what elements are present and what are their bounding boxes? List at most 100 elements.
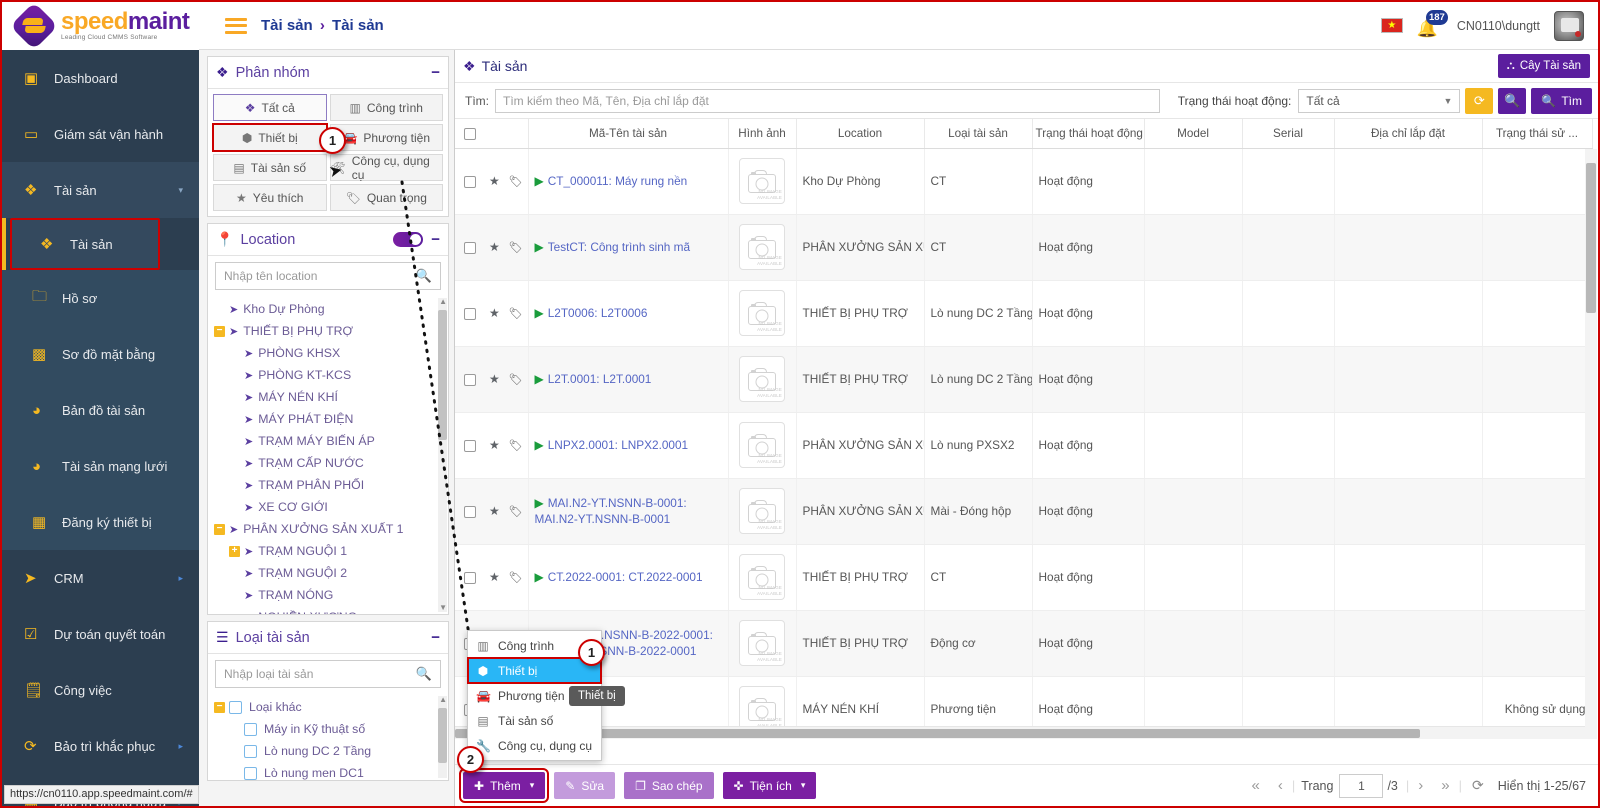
row-checkbox[interactable]: [464, 307, 476, 320]
breadcrumb-root[interactable]: Tài sản: [261, 17, 313, 34]
asset-name-link[interactable]: LNPX2.0001: LNPX2.0001: [548, 438, 688, 452]
column-header-9[interactable]: Trạng thái sử ...: [1482, 119, 1593, 149]
pagination-refresh-icon[interactable]: ⟳: [1462, 777, 1494, 794]
column-header-7[interactable]: Serial: [1242, 119, 1335, 149]
group-button-4[interactable]: ▤ Tài sản số: [213, 154, 327, 181]
language-flag-icon[interactable]: [1380, 18, 1403, 33]
sidebar-item-1[interactable]: ▭ Giám sát vận hành: [2, 106, 199, 162]
menu-toggle-icon[interactable]: [225, 17, 247, 34]
row-checkbox[interactable]: [464, 571, 476, 584]
table-horizontal-scrollbar[interactable]: [455, 726, 1585, 739]
favorite-star-icon[interactable]: ★: [489, 438, 500, 452]
column-header-3[interactable]: Location: [796, 119, 925, 149]
table-row[interactable]: ★ 🏷 ▶ CT_000011: Máy rung nền NO IMAGE AVAIL…: [455, 148, 1593, 215]
play-icon[interactable]: ▶: [535, 570, 544, 584]
context-menu-item-3[interactable]: ▤ Tài sản số: [468, 708, 601, 733]
tree-node-checkbox[interactable]: [244, 722, 257, 736]
tree-node[interactable]: − ➤ PHÂN XƯỞNG SẢN XUẤT 1: [214, 518, 448, 540]
tag-icon[interactable]: 🏷: [509, 506, 523, 518]
collapse-asset-type-panel-icon[interactable]: −: [431, 629, 440, 646]
asset-name-link[interactable]: CT.2022-0001: CT.2022-0001: [548, 570, 703, 584]
column-header-4[interactable]: Loại tài sản: [924, 119, 1033, 149]
expand-node-icon[interactable]: +: [229, 545, 240, 557]
row-checkbox[interactable]: [464, 373, 476, 386]
column-header-5[interactable]: Trạng thái hoạt động: [1032, 119, 1145, 149]
sidebar-item-5[interactable]: ▩ Sơ đồ mặt bằng: [2, 326, 199, 382]
page-number-input[interactable]: [1339, 773, 1384, 798]
tree-node[interactable]: ➤ XE CƠ GIỚI: [214, 496, 448, 518]
sidebar-item-10[interactable]: ☑ Dự toán quyết toán: [2, 606, 199, 662]
sidebar-item-8[interactable]: ▦ Đăng ký thiết bị: [2, 494, 199, 550]
row-checkbox[interactable]: [464, 505, 476, 518]
next-page-icon[interactable]: ›: [1409, 777, 1432, 794]
table-row[interactable]: ★ 🏷 ▶ LNPX2.0001: LNPX2.0001 NO IMAGE AVAILA…: [455, 412, 1593, 479]
favorite-star-icon[interactable]: ★: [489, 306, 500, 320]
table-row[interactable]: ★ 🏷 ▶ CT.2022-0001: CT.2022-0001 NO IMAGE AV…: [455, 544, 1593, 611]
tree-node[interactable]: ➤ TRẠM MÁY BIẾN ÁP: [214, 430, 448, 452]
tree-node-checkbox[interactable]: [244, 744, 257, 758]
asset-name-link[interactable]: CT_000011: Máy rung nền: [548, 174, 687, 188]
sidebar-item-4[interactable]: 🗀 Hồ sơ: [2, 270, 199, 326]
favorite-star-icon[interactable]: ★: [489, 504, 500, 518]
sidebar-item-12[interactable]: ⟳ Bảo trì khắc phục ▸: [2, 718, 199, 774]
sidebar-item-6[interactable]: ◕ Bản đồ tài sản: [2, 382, 199, 438]
collapse-node-icon[interactable]: −: [214, 701, 225, 713]
group-button-0[interactable]: ❖ Tất cả: [213, 94, 327, 121]
bottom-button-2[interactable]: ❐ Sao chép: [624, 772, 714, 799]
tree-node[interactable]: ➤ PHÒNG KT-KCS: [214, 364, 448, 386]
scroll-up-icon[interactable]: ▲: [439, 298, 447, 306]
group-button-7[interactable]: 🏷 Quan trọng: [329, 184, 443, 211]
context-menu-item-4[interactable]: 🔧 Công cụ, dụng cụ: [468, 733, 601, 758]
asset-name-link[interactable]: TestCT: Công trình sinh mã: [548, 240, 690, 254]
tree-node[interactable]: Lò nung men DC1: [214, 762, 448, 780]
play-icon[interactable]: ▶: [535, 372, 544, 386]
play-icon[interactable]: ▶: [535, 240, 544, 254]
search-input[interactable]: [495, 88, 1160, 113]
tag-icon[interactable]: 🏷: [509, 572, 523, 584]
search-icon[interactable]: 🔍: [416, 268, 432, 284]
status-filter-select[interactable]: Tất cả ▼: [1298, 88, 1461, 113]
play-icon[interactable]: ▶: [535, 438, 544, 452]
select-all-checkbox[interactable]: [464, 127, 476, 140]
location-search-input[interactable]: [224, 269, 416, 283]
bottom-button-0[interactable]: ✚ Thêm ▾: [458, 768, 550, 803]
sidebar-item-3[interactable]: ❖ Tài sản: [2, 218, 160, 270]
asset-type-tree-scrollbar[interactable]: ▲: [438, 696, 447, 778]
location-tree-scrollbar[interactable]: ▲ ▼: [438, 298, 447, 612]
play-icon[interactable]: ▶: [535, 496, 544, 510]
scroll-down-icon[interactable]: ▼: [439, 604, 447, 612]
tree-node[interactable]: Máy in Kỹ thuật số: [214, 718, 448, 740]
find-button[interactable]: 🔍 Tìm: [1531, 87, 1592, 114]
sidebar-item-11[interactable]: 🗒 Công việc: [2, 662, 199, 718]
last-page-icon[interactable]: »: [1432, 777, 1458, 794]
play-icon[interactable]: ▶: [535, 306, 544, 320]
favorite-star-icon[interactable]: ★: [489, 174, 500, 188]
tree-node[interactable]: Lò nung DC 2 Tầng: [214, 740, 448, 762]
bottom-button-1[interactable]: ✎ Sửa: [554, 772, 616, 799]
group-button-3[interactable]: 🚘 Phương tiện: [329, 124, 443, 151]
tree-node[interactable]: − ➤ THIẾT BỊ PHỤ TRỢ: [214, 320, 448, 342]
advanced-search-button[interactable]: 🔍: [1498, 87, 1527, 114]
favorite-star-icon[interactable]: ★: [489, 570, 500, 584]
asset-name-link[interactable]: L2T0006: L2T0006: [548, 306, 648, 320]
group-button-2[interactable]: ⬢ Thiết bị: [212, 123, 328, 152]
tree-node[interactable]: ➤ TRẠM CẤP NƯỚC: [214, 452, 448, 474]
avatar[interactable]: [1554, 10, 1584, 41]
search-icon[interactable]: 🔍: [416, 666, 432, 682]
tree-node[interactable]: ➤ TRẠM PHÂN PHỐI: [214, 474, 448, 496]
asset-type-search-input[interactable]: [224, 667, 416, 681]
scroll-up-icon[interactable]: ▲: [439, 696, 447, 704]
row-checkbox[interactable]: [464, 439, 476, 452]
tree-node-checkbox[interactable]: [229, 700, 242, 714]
select-all-column-header[interactable]: [455, 119, 529, 149]
tag-icon[interactable]: 🏷: [509, 308, 523, 320]
location-toggle[interactable]: [393, 232, 424, 247]
sidebar-item-2[interactable]: ❖ Tài sản ▾: [2, 162, 199, 218]
favorite-star-icon[interactable]: ★: [489, 240, 500, 254]
tag-icon[interactable]: 🏷: [509, 176, 523, 188]
collapse-node-icon[interactable]: −: [214, 325, 225, 337]
collapse-location-panel-icon[interactable]: −: [431, 231, 440, 248]
tag-icon[interactable]: 🏷: [509, 242, 523, 254]
asset-type-search[interactable]: 🔍: [215, 660, 441, 688]
asset-tree-button[interactable]: ⛬ Cây Tài sản: [1497, 54, 1590, 78]
